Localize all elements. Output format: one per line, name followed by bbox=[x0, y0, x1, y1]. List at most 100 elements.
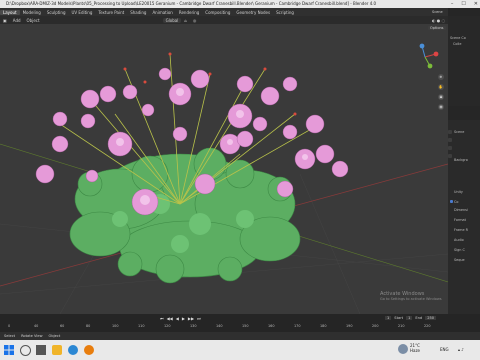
playback-controls: ⏮ ◀◀ ◀ ▶ ▶▶ ⏭ bbox=[160, 316, 201, 321]
next-key-icon[interactable]: ▶▶ bbox=[188, 316, 194, 321]
navigation-gizmo[interactable] bbox=[410, 42, 440, 72]
outliner-item[interactable]: Scene Co bbox=[450, 36, 466, 40]
add-menu[interactable]: Add bbox=[10, 18, 24, 23]
frame-tick: 190 bbox=[346, 324, 353, 328]
prop-units: Unity bbox=[454, 190, 463, 194]
activate-windows-notice: Activate Windows Go to Settings to activ… bbox=[380, 291, 442, 301]
jump-start-icon[interactable]: ⏮ bbox=[160, 316, 164, 321]
frame-tick: 130 bbox=[190, 324, 197, 328]
start-field[interactable]: 1 bbox=[406, 316, 413, 320]
workspace-tab[interactable]: Scripting bbox=[273, 10, 297, 15]
options-menu[interactable]: Options bbox=[428, 26, 446, 30]
prop-background: Backgro bbox=[454, 158, 468, 162]
frame-tick: 100 bbox=[112, 324, 119, 328]
checkbox-icon[interactable] bbox=[450, 200, 453, 203]
scene-tab-icon[interactable] bbox=[448, 146, 452, 150]
workspace-tab[interactable]: Animation bbox=[149, 10, 175, 15]
start-label: Start bbox=[394, 316, 404, 320]
workspace-tab[interactable]: Modeling bbox=[20, 10, 44, 15]
weather-widget[interactable]: 21°C Haze bbox=[410, 343, 420, 353]
proportional-icon[interactable]: ◎ bbox=[190, 18, 200, 23]
frame-tick: 150 bbox=[242, 324, 249, 328]
outliner-item[interactable]: Colle bbox=[453, 42, 461, 46]
scene-selector[interactable]: Scene bbox=[430, 8, 448, 16]
maximize-button[interactable]: ☐ bbox=[461, 0, 465, 8]
prop-color: Co bbox=[454, 200, 459, 204]
jump-end-icon[interactable]: ⏭ bbox=[197, 316, 201, 321]
outliner[interactable]: Scene Co Colle bbox=[448, 16, 480, 106]
object-menu[interactable]: Object bbox=[24, 18, 43, 23]
scene-render bbox=[0, 52, 448, 314]
workspace-tab[interactable]: UV Editing bbox=[69, 10, 96, 15]
workspace-tab[interactable]: Rendering bbox=[176, 10, 202, 15]
play-icon[interactable]: ▶ bbox=[182, 316, 185, 321]
properties-editor[interactable]: Scene Backgro Unity Co Dimensi Format Fr… bbox=[448, 120, 480, 314]
frame-tick: 80 bbox=[86, 324, 91, 328]
frame-tick: 140 bbox=[216, 324, 223, 328]
timeline-panel[interactable]: ⏮ ◀◀ ◀ ▶ ▶▶ ⏭ 1 Start 1 End 250 0 40 60 80 1… bbox=[0, 314, 480, 340]
end-field[interactable]: 250 bbox=[425, 316, 437, 320]
workspace-tab[interactable]: Shading bbox=[127, 10, 149, 15]
play-reverse-icon[interactable]: ◀ bbox=[176, 316, 179, 321]
3d-viewport[interactable]: ⊕ ✋ ▣ ▦ Options Activate Windows Go to S… bbox=[0, 24, 448, 314]
weather-icon bbox=[398, 344, 408, 354]
camera-icon[interactable]: ▣ bbox=[438, 94, 444, 100]
foliage bbox=[69, 147, 301, 284]
grid-icon[interactable]: ▦ bbox=[438, 104, 444, 110]
output-tab-icon[interactable] bbox=[448, 138, 452, 142]
frame-tick: 220 bbox=[424, 324, 431, 328]
frame-tick: 180 bbox=[320, 324, 327, 328]
prop-sequence: Seque bbox=[454, 258, 465, 262]
prop-audio: Audio bbox=[454, 238, 464, 242]
tray-icons[interactable]: ▴ ♪ bbox=[458, 347, 464, 352]
frame-tick: 60 bbox=[60, 324, 65, 328]
workspace-tab[interactable]: Sculpting bbox=[44, 10, 69, 15]
close-button[interactable]: ✕ bbox=[474, 0, 478, 8]
window-controls: – ☐ ✕ bbox=[451, 0, 478, 8]
frame-tick: 210 bbox=[398, 324, 405, 328]
frame-tick: 0 bbox=[8, 324, 11, 328]
windows-taskbar: 21°C Haze ENG ▴ ♪ bbox=[0, 340, 480, 360]
viewport-shading-icons[interactable]: ◐ ● ◌ bbox=[429, 18, 448, 23]
task-view-icon[interactable] bbox=[36, 345, 46, 355]
editor-type-icon[interactable]: ▣ bbox=[0, 18, 10, 23]
prop-dimensions: Dimensi bbox=[454, 208, 468, 212]
frame-tick: 120 bbox=[164, 324, 171, 328]
activate-line2: Go to Settings to activate Windows bbox=[380, 297, 442, 301]
prev-key-icon[interactable]: ◀◀ bbox=[167, 316, 173, 321]
language-indicator[interactable]: ENG bbox=[440, 347, 449, 352]
transform-orientation[interactable]: Global bbox=[162, 17, 182, 23]
current-frame-field[interactable]: 1 bbox=[385, 316, 392, 320]
edge-icon[interactable] bbox=[68, 345, 78, 355]
frame-tick: 170 bbox=[294, 324, 301, 328]
search-icon[interactable] bbox=[20, 345, 31, 356]
blender-icon[interactable] bbox=[84, 345, 94, 355]
minimize-button[interactable]: – bbox=[451, 0, 454, 8]
end-label: End bbox=[415, 316, 423, 320]
prop-frame-range: Frame R bbox=[454, 228, 468, 232]
workspace-tab[interactable]: Texture Paint bbox=[95, 10, 127, 15]
prop-scene: Scene bbox=[454, 130, 465, 134]
frame-range: 1 Start 1 End 250 bbox=[385, 316, 437, 320]
window-title: D:\Dropbox\ARA-DMIZ-3d Models\Plants\05_… bbox=[6, 1, 377, 6]
world-tab-icon[interactable] bbox=[448, 154, 452, 158]
workspace-tabs: Layout Modeling Sculpting UV Editing Texture… bbox=[0, 8, 430, 16]
viewport-header: ▣ Add Object Global ⌂ ◎ ◐ ● ◌ bbox=[0, 16, 448, 24]
frame-tick: 110 bbox=[138, 324, 145, 328]
zoom-icon[interactable]: ⊕ bbox=[438, 74, 444, 80]
workspace-tab[interactable]: Compositing bbox=[202, 10, 233, 15]
workspace-tab[interactable]: Geometry Nodes bbox=[233, 10, 273, 15]
frame-tick: 160 bbox=[268, 324, 275, 328]
snap-icon[interactable]: ⌂ bbox=[181, 18, 190, 23]
prop-sign: Sign C bbox=[454, 248, 465, 252]
workspace-tab[interactable]: Layout bbox=[0, 9, 20, 15]
windows-start-icon[interactable] bbox=[4, 345, 14, 355]
weather-desc: Haze bbox=[410, 348, 421, 353]
scene-label: Scene bbox=[432, 10, 443, 14]
file-explorer-icon[interactable] bbox=[52, 345, 62, 355]
window-titlebar: D:\Dropbox\ARA-DMIZ-3d Models\Plants\05_… bbox=[0, 0, 480, 8]
status-select: Select bbox=[4, 334, 16, 338]
status-object: Object bbox=[48, 334, 61, 338]
render-tab-icon[interactable] bbox=[448, 130, 452, 134]
pan-icon[interactable]: ✋ bbox=[438, 84, 444, 90]
